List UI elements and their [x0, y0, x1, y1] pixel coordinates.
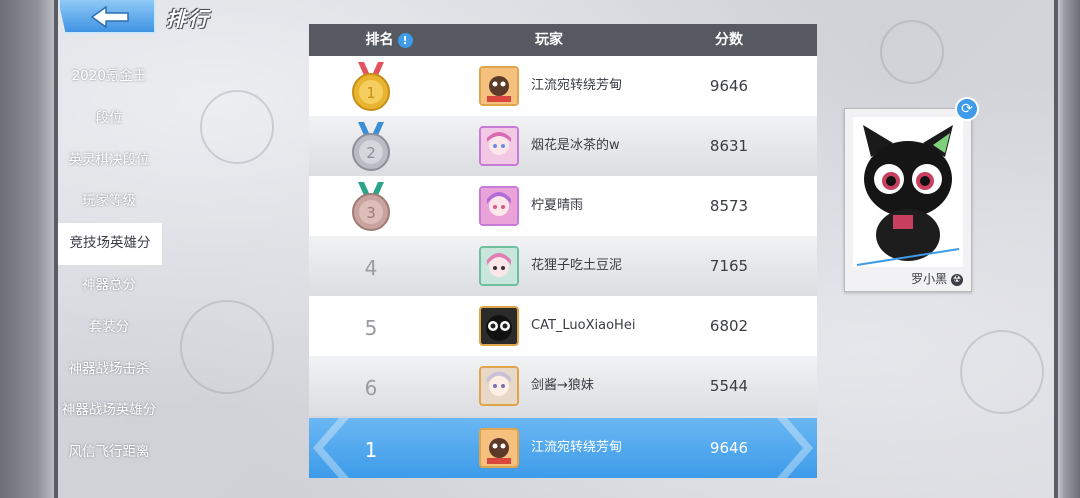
sidebar-item-artifact-total[interactable]: 神器总分: [58, 265, 160, 307]
rank-number: 1: [364, 438, 378, 462]
back-button[interactable]: [58, 0, 156, 34]
sidebar-item-chess-tier[interactable]: 英灵棋决段位: [58, 140, 160, 182]
rank-header-label: 排名: [365, 32, 394, 48]
player-name: 江流宛转绕芳甸: [531, 78, 623, 93]
my-rank-row[interactable]: 1 江流宛转绕芳甸 9646: [309, 418, 817, 478]
player-name: 剑酱→狼妹: [531, 378, 594, 393]
table-row[interactable]: 5 CAT_LuoXiaoHei 6802: [309, 296, 817, 356]
background-doodle: [180, 300, 274, 394]
table-row[interactable]: 3 柠夏晴雨 8573: [309, 176, 817, 236]
score-value: 7165: [709, 257, 749, 275]
sidebar-item-set-score[interactable]: 套装分: [58, 307, 160, 349]
score-header: 分数: [715, 32, 743, 48]
medal-rank: 2: [366, 144, 376, 162]
avatar[interactable]: [479, 126, 519, 166]
avatar[interactable]: [479, 428, 519, 468]
medal-rank: 3: [366, 204, 376, 222]
profile-name: 罗小黑 ☢: [911, 270, 963, 287]
rank-cell: 4: [331, 236, 411, 296]
profile-name-text: 罗小黑: [911, 272, 948, 286]
right-frame: [1058, 0, 1080, 498]
score-value: 9646: [709, 77, 749, 95]
player-header: 玩家: [535, 32, 563, 48]
avatar[interactable]: [479, 66, 519, 106]
table-header: 排名! 玩家 分数: [309, 24, 817, 56]
table-row[interactable]: 2 烟花是冰茶的w 8631: [309, 116, 817, 176]
sidebar-item-battlefield-kills[interactable]: 神器战场击杀: [58, 349, 160, 391]
avatar[interactable]: [479, 186, 519, 226]
profile-card[interactable]: 罗小黑 ☢: [844, 108, 972, 292]
leaderboard-screen: 排行 2020氪金王 段位 英灵棋决段位 玩家等级 竞技场英雄分 神器总分 套装…: [0, 0, 1080, 498]
player-name: 花狸子吃土豆泥: [531, 258, 623, 273]
bronze-medal-icon: 3: [352, 182, 390, 231]
chevron-right-decoration: [777, 418, 813, 478]
rank-number: 4: [364, 256, 378, 280]
page-title: 排行: [166, 7, 210, 31]
radiation-icon: ☢: [951, 273, 963, 286]
sidebar-item-rank-tier[interactable]: 段位: [58, 98, 160, 140]
sidebar-item-arena-hero-score[interactable]: 竞技场英雄分: [58, 223, 162, 265]
avatar[interactable]: [479, 366, 519, 406]
score-value: 5544: [709, 377, 749, 395]
player-name: 江流宛转绕芳甸: [531, 440, 623, 455]
left-frame: [0, 0, 54, 498]
score-value: 8573: [709, 197, 749, 215]
rank-number: 6: [364, 376, 378, 400]
rank-cell: 6: [331, 356, 411, 416]
rank-cell: 2: [331, 116, 411, 176]
avatar[interactable]: [479, 246, 519, 286]
background-doodle: [880, 20, 944, 84]
background-doodle: [960, 330, 1044, 414]
score-value: 6802: [709, 317, 749, 335]
sidebar-item-flight-distance[interactable]: 风信飞行距离: [58, 432, 160, 474]
category-sidebar: 2020氪金王 段位 英灵棋决段位 玩家等级 竞技场英雄分 神器总分 套装分 神…: [58, 56, 162, 474]
table-row[interactable]: 4 花狸子吃土豆泥 7165: [309, 236, 817, 296]
rank-cell: 1: [331, 418, 411, 478]
score-value: 8631: [709, 137, 749, 155]
right-frame-edge: [1054, 0, 1058, 498]
ranking-table: 排名! 玩家 分数 1 江流宛转绕芳甸 9646 2 烟花是冰茶的w 8631 …: [309, 24, 817, 478]
player-name: CAT_LuoXiaoHei: [531, 318, 636, 333]
rank-number: 5: [364, 316, 378, 340]
rank-cell: 5: [331, 296, 411, 356]
player-name: 烟花是冰茶的w: [531, 138, 620, 153]
rank-header: 排名!: [349, 24, 429, 56]
silver-medal-icon: 2: [352, 122, 390, 171]
info-icon[interactable]: !: [397, 32, 413, 48]
table-row[interactable]: 1 江流宛转绕芳甸 9646: [309, 56, 817, 116]
rank-cell: 3: [331, 176, 411, 236]
avatar[interactable]: [479, 306, 519, 346]
rank-cell: 1: [331, 56, 411, 116]
gold-medal-icon: 1: [352, 62, 390, 111]
back-arrow-icon: [90, 5, 129, 29]
sidebar-item-battlefield-hero-score[interactable]: 神器战场英雄分: [58, 390, 160, 432]
table-row[interactable]: 6 剑酱→狼妹 5544: [309, 356, 817, 416]
player-name: 柠夏晴雨: [531, 198, 584, 213]
sidebar-item-krypton-king[interactable]: 2020氪金王: [58, 56, 160, 98]
character-portrait: [853, 117, 963, 267]
sidebar-item-player-level[interactable]: 玩家等级: [58, 181, 160, 223]
medal-rank: 1: [366, 84, 376, 102]
score-value: 9646: [709, 439, 749, 457]
refresh-icon[interactable]: ⟳: [955, 97, 979, 121]
background-doodle: [200, 90, 274, 164]
